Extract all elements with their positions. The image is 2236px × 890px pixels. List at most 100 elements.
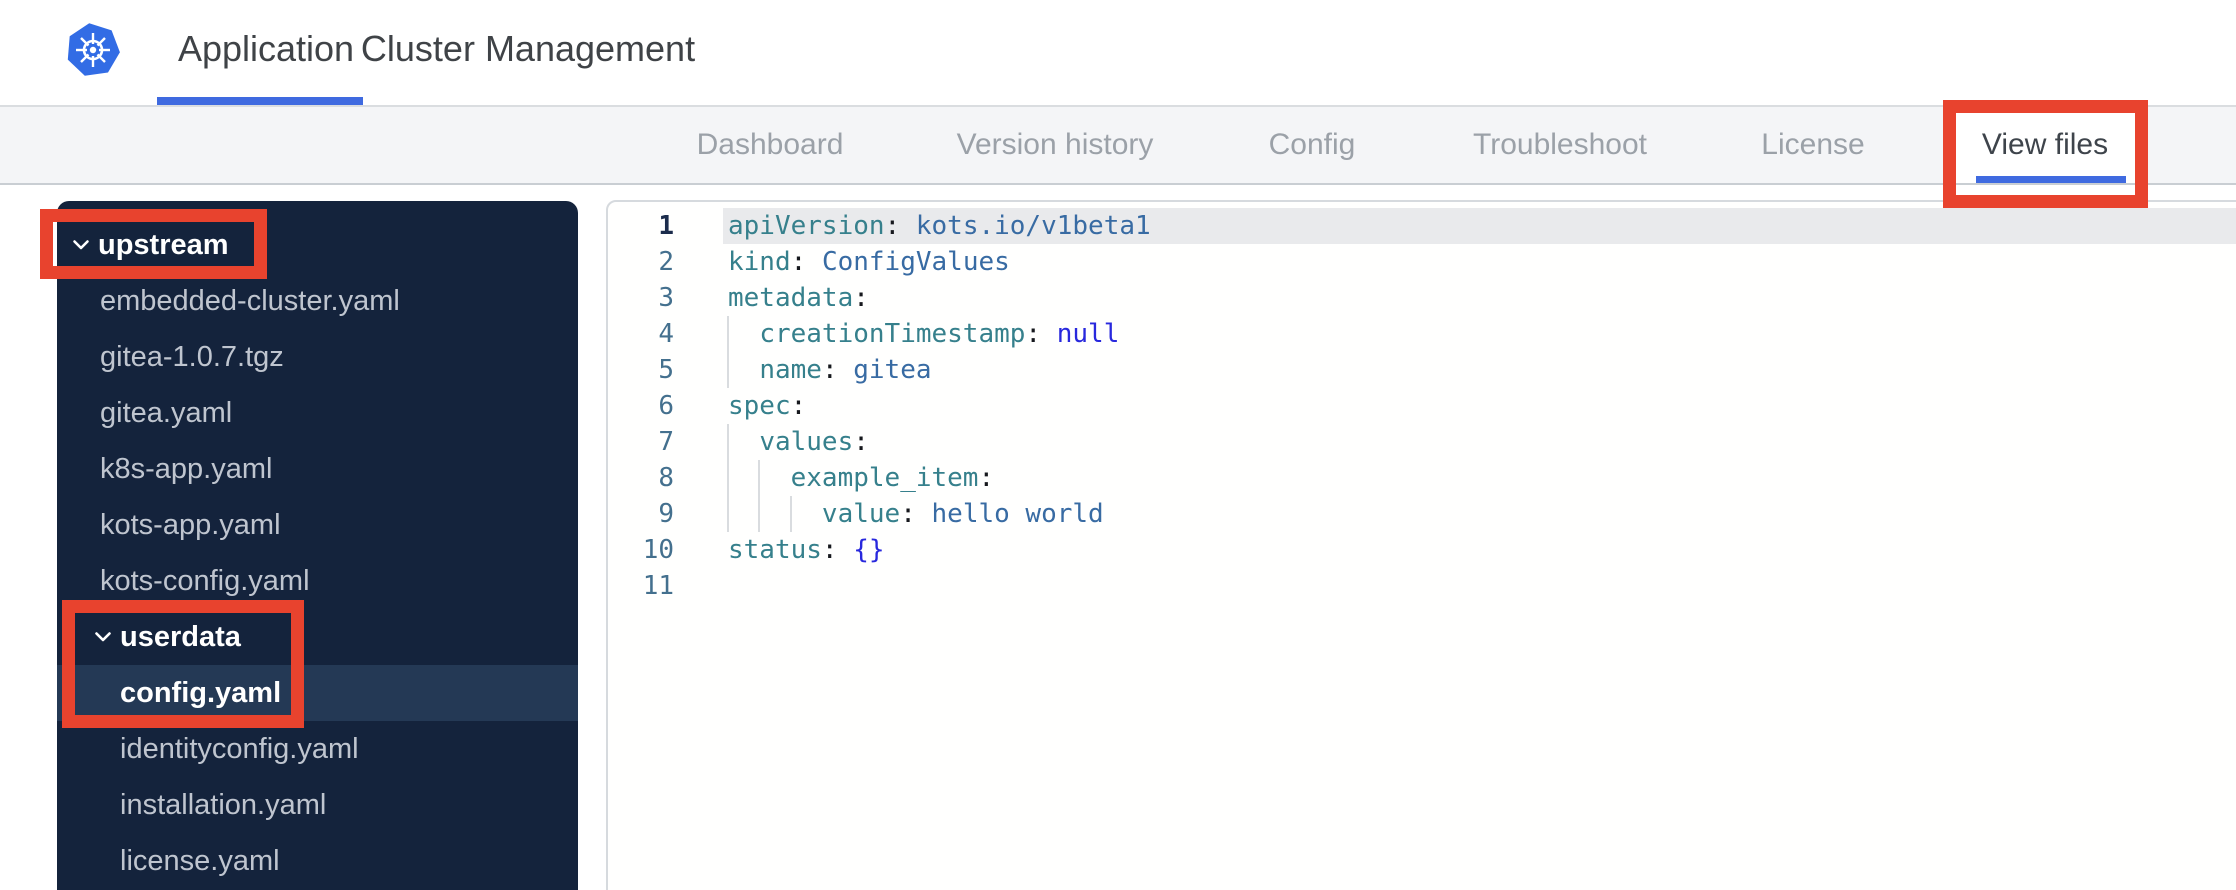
nav-tab-config[interactable]: Config [1269, 107, 1356, 183]
tree-file-config-yaml[interactable]: config.yaml [57, 665, 578, 721]
line-number: 3 [658, 283, 674, 313]
token-str: gitea [853, 355, 932, 385]
code-text: creationTimestamp: null [723, 316, 2236, 352]
token-str: kots.io/v1beta1 [915, 211, 1151, 241]
header-tab-label: Application [177, 27, 355, 69]
line-number: 7 [658, 427, 674, 457]
header-tab-cluster-management[interactable]: Cluster Management [361, 0, 695, 105]
nav-tab-version-history[interactable]: Version history [957, 107, 1154, 183]
token-ws [728, 499, 822, 529]
nav-tab-label: View files [1981, 128, 2109, 161]
gutter-gap [674, 568, 723, 604]
header-tab-application[interactable]: Application [178, 0, 354, 105]
gutter-gap [674, 244, 723, 280]
tree-file-embedded-cluster-yaml[interactable]: embedded-cluster.yaml [57, 273, 578, 329]
nav-tab-license[interactable]: License [1761, 107, 1864, 183]
code-text: values: [723, 424, 2236, 460]
tree-folder-upstream[interactable]: upstream [57, 217, 578, 273]
kubernetes-logo-icon [67, 23, 120, 76]
nav-tab-dashboard[interactable]: Dashboard [697, 107, 844, 183]
line-number: 5 [658, 355, 674, 385]
code-text: example_item: [723, 460, 2236, 496]
line-number: 10 [642, 535, 674, 565]
token-key: value [821, 499, 901, 529]
tree-file-installation-yaml[interactable]: installation.yaml [57, 777, 578, 833]
code-line-8: 8 example_item: [608, 460, 2236, 496]
tree-file-license-yaml[interactable]: license.yaml [57, 833, 578, 889]
file-name: config.yaml [120, 676, 282, 709]
indent-guide [758, 460, 761, 496]
tree-file-k8s-app-yaml[interactable]: k8s-app.yaml [57, 441, 578, 497]
code-line-6: 6 spec: [608, 388, 2236, 424]
tree-file-kots-app-yaml[interactable]: kots-app.yaml [57, 497, 578, 553]
tree-file-gitea-1-0-7-tgz[interactable]: gitea-1.0.7.tgz [57, 329, 578, 385]
token-key: values [759, 427, 854, 457]
token-colon: : [821, 355, 854, 385]
tree-file-identityconfig-yaml[interactable]: identityconfig.yaml [57, 721, 578, 777]
token-ws [728, 427, 759, 457]
kots-admin-console: Application Cluster Management Dashboard V… [0, 0, 2236, 890]
token-colon: : [900, 499, 932, 529]
nav-tab-view-files[interactable]: View files [1982, 107, 2108, 183]
gutter-gap [674, 280, 723, 316]
header-active-underline [157, 97, 363, 105]
indent-guide [727, 460, 729, 496]
app-header: Application Cluster Management [0, 0, 2236, 107]
token-colon: : [790, 391, 807, 421]
nav-tab-troubleshoot[interactable]: Troubleshoot [1473, 107, 1647, 183]
token-colon: : [790, 247, 822, 277]
token-key: spec [728, 391, 791, 421]
code-line-5: 5 name: gitea [608, 352, 2236, 388]
gutter-gap [674, 496, 723, 532]
file-name: gitea.yaml [100, 396, 233, 429]
file-name: identityconfig.yaml [120, 732, 359, 765]
file-tree-sidebar: upstream embedded-cluster.yaml gitea-1.0.7… [57, 201, 578, 890]
file-name: kots-app.yaml [100, 508, 281, 541]
line-number: 11 [642, 571, 674, 601]
indent-guide [727, 352, 729, 388]
token-key: status [728, 535, 822, 565]
tree-file-kots-config-yaml[interactable]: kots-config.yaml [57, 553, 578, 609]
token-kw: null [1056, 319, 1120, 349]
code-text: name: gitea [723, 352, 2236, 388]
token-kw: {} [853, 535, 885, 565]
code-text: value: hello world [723, 496, 2236, 532]
code-text: spec: [723, 388, 2236, 424]
indent-guide [789, 496, 792, 532]
gutter-gap [674, 388, 723, 424]
code-text: metadata: [723, 280, 2236, 316]
code-lines: 1 apiVersion: kots.io/v1beta1 2 kind: Confi… [608, 208, 2236, 604]
file-name: embedded-cluster.yaml [100, 284, 400, 317]
file-name: installation.yaml [120, 788, 327, 821]
chevron-down-icon[interactable] [94, 631, 112, 643]
token-colon: : [884, 211, 916, 241]
gutter-gap [674, 208, 723, 244]
yaml-file-editor[interactable]: 1 apiVersion: kots.io/v1beta1 2 kind: Confi… [606, 200, 2236, 890]
line-number: 1 [658, 211, 674, 241]
token-key: apiVersion [728, 211, 885, 241]
file-name: k8s-app.yaml [100, 452, 273, 485]
file-name: gitea-1.0.7.tgz [100, 340, 284, 373]
file-name: license.yaml [120, 844, 280, 877]
nav-tab-label: Dashboard [696, 128, 844, 161]
nav-tab-label: Config [1268, 128, 1356, 161]
tree-file-gitea-yaml[interactable]: gitea.yaml [57, 385, 578, 441]
token-colon: : [853, 283, 869, 313]
tree-folder-userdata[interactable]: userdata [57, 609, 578, 665]
nav-tab-label: License [1761, 128, 1865, 161]
token-str: ConfigValues [821, 247, 1010, 277]
folder-name: userdata [120, 620, 241, 653]
line-number: 6 [658, 391, 674, 421]
code-line-7: 7 values: [608, 424, 2236, 460]
chevron-down-icon[interactable] [72, 239, 90, 251]
token-ws [728, 355, 759, 385]
token-ws [728, 319, 759, 349]
token-key: name [759, 355, 822, 385]
token-str: hello world [931, 499, 1104, 529]
token-key: kind [728, 247, 791, 277]
gutter-gap [674, 532, 723, 568]
line-number: 2 [658, 247, 674, 277]
indent-guide [758, 496, 761, 532]
gutter-gap [674, 460, 723, 496]
